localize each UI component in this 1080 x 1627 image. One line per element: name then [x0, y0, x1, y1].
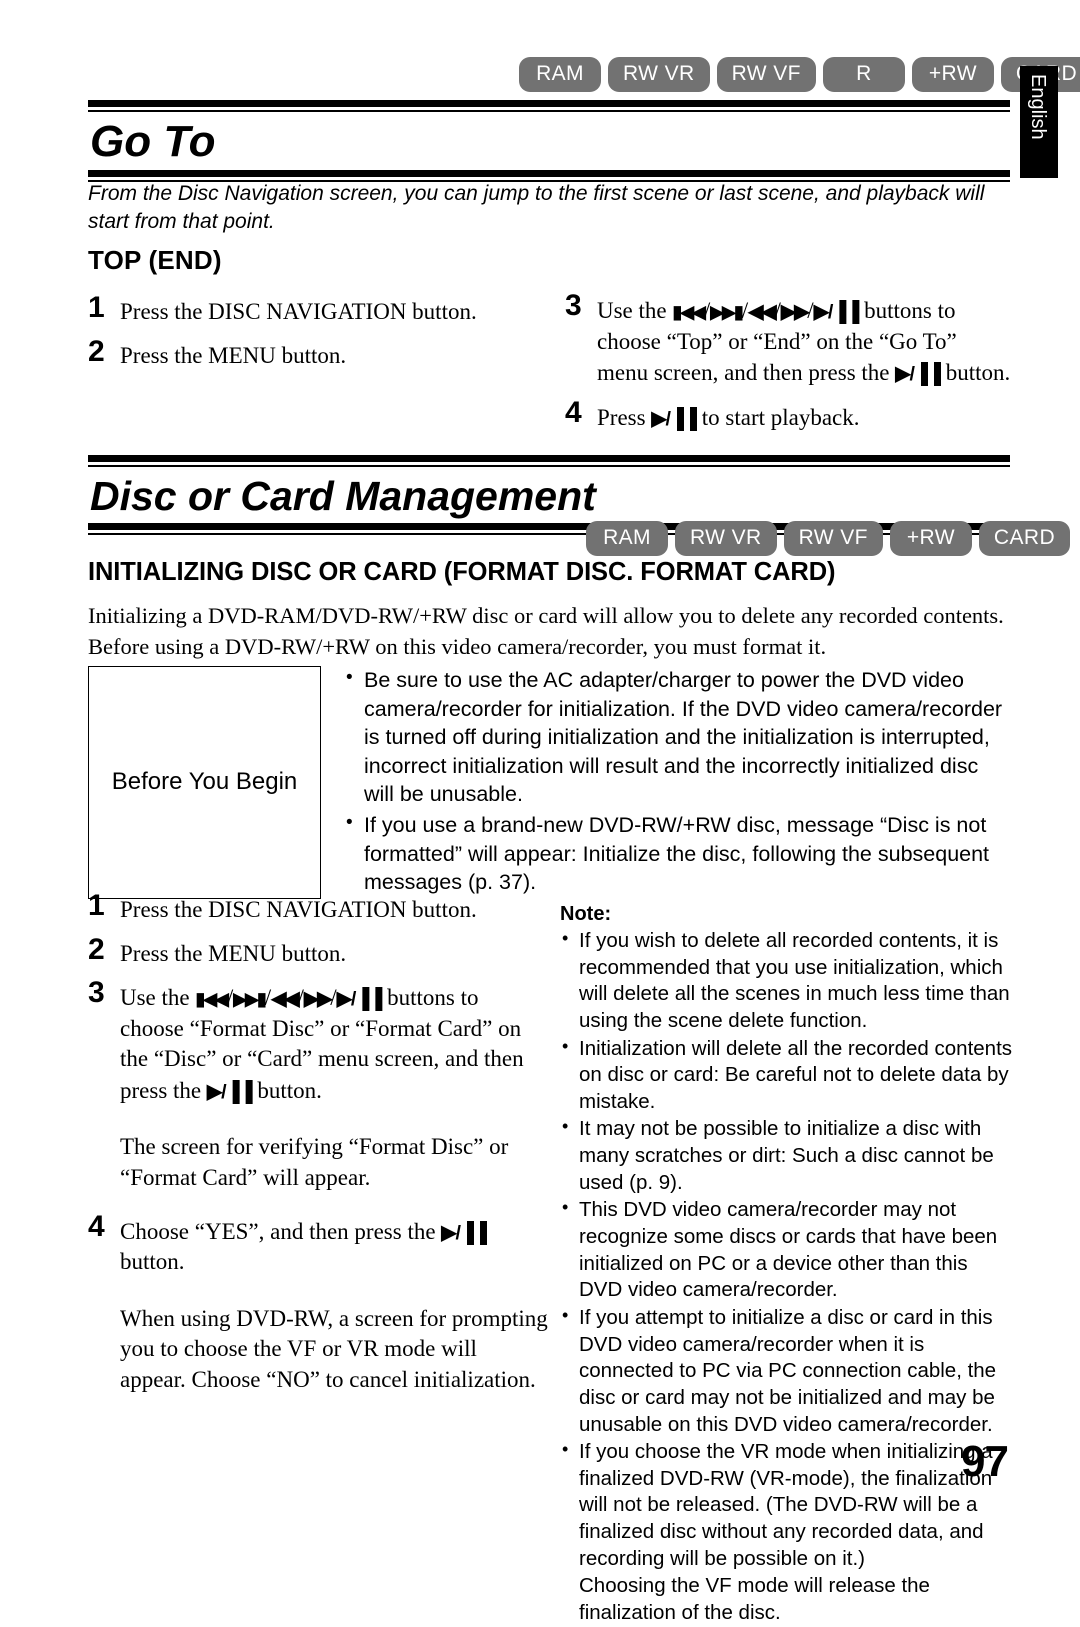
step-text: Use the //// buttons to choose “Top” or … [597, 295, 1013, 389]
skip-back-icon [195, 982, 226, 1013]
badge-plus-rw: +RW [911, 57, 994, 92]
skip-forward-icon [710, 295, 741, 326]
step-text-part2: to start playback. [696, 404, 860, 430]
rewind-icon [271, 982, 297, 1013]
skip-back-icon [672, 295, 703, 326]
subheading-initializing: INITIALIZING DISC OR CARD (FORMAT DISC. … [88, 558, 836, 586]
step-text: Press the DISC NAVIGATION button. [120, 299, 477, 324]
step-text: Press the MENU button. [120, 342, 347, 368]
go-to-steps-left: 1 Press the DISC NAVIGATION button. 2 Pr… [88, 293, 538, 384]
badge-card: CARD [978, 521, 1071, 556]
go-to-intro: From the Disc Navigation screen, you can… [88, 182, 985, 233]
step-item: 3 Use the //// buttons to choose “Top” o… [565, 291, 1013, 389]
fast-forward-icon [781, 295, 807, 326]
before-you-begin-label: Before You Begin [111, 768, 298, 796]
play-pause-icon [441, 1216, 486, 1247]
note-title: Note: [560, 903, 612, 925]
section-title-go-to: Go To [90, 117, 216, 166]
language-tab: English [1020, 66, 1058, 178]
play-pause-icon [651, 402, 696, 433]
list-item: If you use a brand-new DVD-RW/+RW disc, … [342, 810, 1013, 897]
step-number: 1 [88, 889, 105, 922]
language-tab-label: English [1027, 74, 1049, 140]
badge-rw-vf: RW VF [716, 57, 816, 92]
step-text: Press the DISC NAVIGATION button. [120, 897, 477, 922]
note-block: Note: If you wish to delete all recorded… [560, 903, 1015, 1627]
play-pause-icon [337, 982, 382, 1013]
step-text-part1: Press [597, 404, 652, 430]
rule-top-thick [88, 100, 1010, 107]
step-number: 4 [88, 1209, 105, 1243]
badge-ram: RAM [586, 521, 668, 556]
list-item: Initialization will delete all the recor… [560, 1035, 1015, 1116]
rewind-icon [748, 295, 774, 326]
list-item: Be sure to use the AC adapter/charger to… [342, 665, 1013, 809]
play-pause-icon [895, 357, 940, 388]
step-item: 4 Press to start playback. [565, 397, 1013, 434]
step-item: 2 Press the MENU button. [88, 336, 538, 372]
step-text: Choose “YES”, and then press the button. [120, 1216, 548, 1278]
step-text-part3: button. [251, 1077, 322, 1103]
rule-bottom-thick [88, 169, 1010, 177]
step-item: 4 Choose “YES”, and then press the butto… [88, 1211, 548, 1278]
before-you-begin-block: Before You Begin Be sure to use the AC a… [88, 665, 1013, 899]
step-text-part1: Choose “YES”, and then press the [120, 1218, 442, 1244]
before-you-begin-list: Be sure to use the AC adapter/charger to… [342, 665, 1013, 899]
step-text: Use the //// buttons to choose “Format D… [120, 982, 548, 1106]
step-note-after-3: The screen for verifying “Format Disc” o… [120, 1134, 509, 1191]
badge-rw-vr: RW VR [675, 521, 777, 556]
step-text-part3: button. [939, 360, 1011, 386]
step-item: 1 Press the DISC NAVIGATION button. [88, 293, 538, 328]
list-item: This DVD video camera/recorder may not r… [560, 1196, 1015, 1304]
list-item: If you choose the VR mode when initializ… [560, 1438, 1015, 1572]
page-number: 97 [961, 1437, 1009, 1486]
badge-ram: RAM [519, 57, 601, 92]
step-text: Press the MENU button. [120, 940, 347, 966]
skip-forward-icon [233, 982, 264, 1013]
step-number: 4 [565, 395, 582, 429]
play-pause-icon [207, 1075, 252, 1106]
list-item: It may not be possible to initialize a d… [560, 1115, 1015, 1196]
section-go-to-header: Go To [88, 100, 1010, 182]
subheading-top-end: TOP (END) [88, 245, 222, 275]
badge-r: R [822, 57, 905, 92]
disc-format-badges-management: RAM RW VR RW VF +RW CARD [586, 521, 1071, 556]
step-note-after-4: When using DVD-RW, a screen for promptin… [120, 1305, 548, 1392]
step-text-part2: button. [120, 1249, 185, 1275]
step-text: Press to start playback. [597, 402, 1013, 434]
step-number: 3 [88, 976, 105, 1010]
note-last-continuation: Choosing the VF mode will release the fi… [579, 1574, 930, 1625]
step-number: 2 [88, 932, 105, 966]
step-number: 2 [88, 334, 105, 368]
badge-plus-rw: +RW [889, 521, 972, 556]
before-you-begin-label-box: Before You Begin [88, 666, 321, 899]
manual-page: RAM RW VR RW VF R +RW CARD English Go To… [0, 0, 1080, 1624]
step-number: 3 [565, 289, 582, 322]
step-text-part1: Use the [597, 298, 673, 323]
initializing-steps: 1 Press the DISC NAVIGATION button. 2 Pr… [88, 891, 548, 1409]
step-item: 1 Press the DISC NAVIGATION button. [88, 891, 548, 926]
badge-rw-vf: RW VF [783, 521, 883, 556]
list-item: If you wish to delete all recorded conte… [560, 927, 1015, 1035]
play-pause-icon [814, 295, 859, 326]
section-title-management: Disc or Card Management [90, 473, 596, 519]
step-item: 2 Press the MENU button. [88, 934, 548, 970]
step-item: 3 Use the //// buttons to choose “Format… [88, 978, 548, 1106]
go-to-steps-right: 3 Use the //// buttons to choose “Top” o… [565, 291, 1013, 446]
list-item: If you attempt to initialize a disc or c… [560, 1304, 1015, 1438]
disc-format-badges-top: RAM RW VR RW VF R +RW CARD [519, 57, 1080, 92]
fast-forward-icon [304, 982, 330, 1013]
initializing-paragraph: Initializing a DVD-RAM/DVD-RW/+RW disc o… [88, 603, 1004, 660]
step-text-part1: Use the [120, 985, 196, 1011]
step-number: 1 [88, 291, 105, 324]
badge-rw-vr: RW VR [608, 57, 710, 92]
rule-top-thick [88, 455, 1010, 462]
